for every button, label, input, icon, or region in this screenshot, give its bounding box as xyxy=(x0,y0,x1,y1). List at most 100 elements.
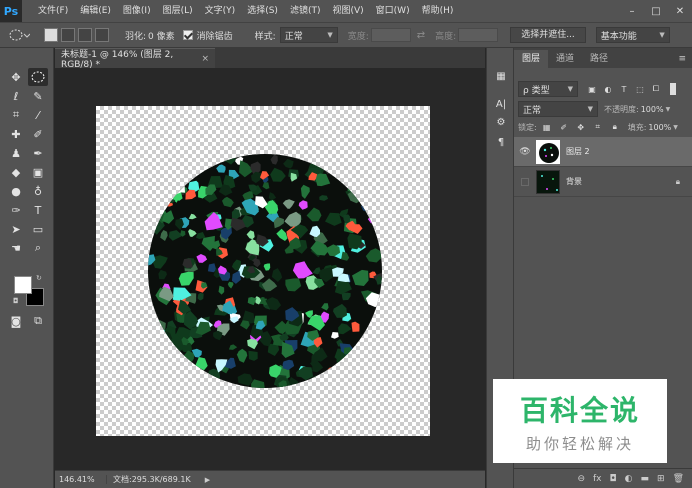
default-colors-icon[interactable]: ◘ xyxy=(13,297,19,305)
paragraph-panel-icon[interactable]: ¶ xyxy=(493,134,509,150)
blur-tool-icon[interactable]: ● xyxy=(6,182,26,200)
layer-style-icon[interactable]: fx xyxy=(593,474,602,484)
tab-paths[interactable]: 路径 xyxy=(582,50,616,68)
add-selection-icon[interactable] xyxy=(61,28,75,42)
menu-select[interactable]: 选择(S) xyxy=(241,0,284,22)
maximize-button[interactable]: □ xyxy=(644,0,668,22)
opacity-value[interactable]: 100% xyxy=(641,105,664,114)
eraser-tool-icon[interactable]: ◆ xyxy=(6,163,26,181)
clone-stamp-tool-icon[interactable]: ♟ xyxy=(6,144,26,162)
antialias-checkbox[interactable] xyxy=(182,30,193,40)
layer-row-background[interactable]: 背景 🔒︎ xyxy=(514,167,692,197)
swap-icon[interactable]: ⇄ xyxy=(417,30,425,41)
foreground-color-swatch[interactable] xyxy=(14,276,32,294)
history-panel-icon[interactable]: ▦ xyxy=(493,68,509,84)
path-selection-tool-icon[interactable]: ➤ xyxy=(6,220,26,238)
close-icon[interactable]: × xyxy=(201,54,209,64)
width-input[interactable] xyxy=(370,28,411,42)
lasso-tool-icon[interactable]: ℓ xyxy=(6,87,26,105)
eye-icon[interactable]: 👁︎ xyxy=(514,147,536,157)
quick-selection-tool-icon[interactable]: ✎ xyxy=(28,87,48,105)
chevron-down-icon[interactable]: ▼ xyxy=(666,106,671,113)
zoom-level[interactable]: 146.41% xyxy=(55,475,107,484)
filter-adjustment-icon[interactable]: ◐ xyxy=(602,83,614,95)
document-tab[interactable]: 未标题-1 @ 146% (图层 2, RGB/8) * × xyxy=(55,48,215,70)
rectangle-tool-icon[interactable]: ▭ xyxy=(28,220,48,238)
crop-tool-icon[interactable]: ⌗ xyxy=(6,106,26,124)
workspace-dropdown[interactable]: 基本功能 ▼ xyxy=(595,27,670,43)
character-panel-icon[interactable]: A| xyxy=(493,96,509,112)
chevron-down-icon[interactable]: ▼ xyxy=(673,124,678,131)
filter-toggle[interactable] xyxy=(670,83,676,95)
pen-tool-icon[interactable]: ✑ xyxy=(6,201,26,219)
lock-transparent-icon[interactable]: ▦ xyxy=(541,121,553,133)
blend-row: 正常 ▼ 不透明度: 100% ▼ xyxy=(518,101,670,117)
swap-colors-icon[interactable]: ↻ xyxy=(36,274,42,282)
elliptical-marquee-tool-icon[interactable] xyxy=(28,68,48,86)
delete-layer-icon[interactable]: 🗑︎ xyxy=(673,474,684,484)
move-tool-icon[interactable]: ✥ xyxy=(6,68,26,86)
menu-image[interactable]: 图像(I) xyxy=(117,0,157,22)
layer-name[interactable]: 背景 xyxy=(566,176,582,187)
hand-tool-icon[interactable]: ☚ xyxy=(6,239,26,257)
tab-channels[interactable]: 通道 xyxy=(548,50,582,68)
select-and-mask-button[interactable]: 选择并遮住... xyxy=(510,27,586,43)
subtract-selection-icon[interactable] xyxy=(78,28,92,42)
feather-value[interactable]: 0 像素 xyxy=(148,29,175,42)
document-canvas[interactable] xyxy=(96,106,430,436)
intersect-selection-icon[interactable] xyxy=(95,28,109,42)
canvas-area[interactable] xyxy=(55,68,485,470)
visibility-toggle[interactable] xyxy=(514,177,536,186)
menu-edit[interactable]: 编辑(E) xyxy=(74,0,117,22)
adjustment-layer-icon[interactable]: ◐ xyxy=(625,474,633,484)
elliptical-marquee-preset-icon[interactable] xyxy=(4,24,34,46)
menu-type[interactable]: 文字(Y) xyxy=(199,0,242,22)
menu-window[interactable]: 窗口(W) xyxy=(370,0,416,22)
add-mask-icon[interactable]: ◘ xyxy=(610,474,617,484)
tab-layers[interactable]: 图层 xyxy=(514,50,549,68)
new-group-icon[interactable]: ▬ xyxy=(641,474,650,484)
lock-label: 锁定: xyxy=(518,122,537,132)
type-tool-icon[interactable]: T xyxy=(28,201,48,219)
history-brush-tool-icon[interactable]: ✒ xyxy=(28,144,48,162)
link-layers-icon[interactable]: ⊖ xyxy=(577,474,585,484)
panel-menu-icon[interactable]: ≡ xyxy=(678,50,686,68)
opacity-label: 不透明度: xyxy=(604,104,639,114)
gradient-tool-icon[interactable]: ▣ xyxy=(28,163,48,181)
layer-name[interactable]: 图层 2 xyxy=(566,146,590,157)
status-menu-arrow-icon[interactable]: ▶ xyxy=(205,476,210,484)
lock-image-icon[interactable]: ✐ xyxy=(558,121,570,133)
height-input[interactable] xyxy=(458,28,499,42)
zoom-tool-icon[interactable]: ⌕ xyxy=(28,239,48,257)
filter-smart-object-icon[interactable]: ⧠ xyxy=(650,83,662,95)
menu-layer[interactable]: 图层(L) xyxy=(157,0,199,22)
new-selection-icon[interactable] xyxy=(44,28,58,42)
layer-filter-value: ρ 类型 xyxy=(523,85,550,96)
quick-mask-icon[interactable]: ◙ xyxy=(6,312,26,330)
lock-artboard-icon[interactable]: ⌗ xyxy=(592,121,604,133)
menu-view[interactable]: 视图(V) xyxy=(326,0,369,22)
minimize-button[interactable]: – xyxy=(620,0,644,22)
filter-type-icon[interactable]: T xyxy=(618,83,630,95)
brush-tool-icon[interactable]: ✐ xyxy=(28,125,48,143)
properties-panel-icon[interactable]: ⚙ xyxy=(493,114,509,130)
layer-filter-dropdown[interactable]: ρ 类型 ▼ xyxy=(518,81,578,97)
gem-shard xyxy=(362,335,375,351)
menu-help[interactable]: 帮助(H) xyxy=(416,0,460,22)
eyedropper-tool-icon[interactable]: ⁄ xyxy=(28,106,48,124)
close-button[interactable]: ✕ xyxy=(668,0,692,22)
new-layer-icon[interactable]: ⊞ xyxy=(657,474,665,484)
layer-row-layer2[interactable]: 👁︎ 图层 2 xyxy=(514,137,692,167)
screen-mode-icon[interactable]: ⧉ xyxy=(28,312,48,330)
menu-filter[interactable]: 滤镜(T) xyxy=(284,0,327,22)
filter-pixel-icon[interactable]: ▣ xyxy=(586,83,598,95)
style-dropdown[interactable]: 正常 ▼ xyxy=(279,27,338,43)
fill-value[interactable]: 100% xyxy=(648,123,671,132)
dodge-tool-icon[interactable]: ♁ xyxy=(28,182,48,200)
blend-mode-dropdown[interactable]: 正常 ▼ xyxy=(518,101,598,117)
menu-file[interactable]: 文件(F) xyxy=(32,0,74,22)
lock-all-icon[interactable]: 🔒︎ xyxy=(609,121,621,133)
filter-shape-icon[interactable]: ⬚ xyxy=(634,83,646,95)
lock-position-icon[interactable]: ✥ xyxy=(575,121,587,133)
healing-brush-tool-icon[interactable]: ✚ xyxy=(6,125,26,143)
